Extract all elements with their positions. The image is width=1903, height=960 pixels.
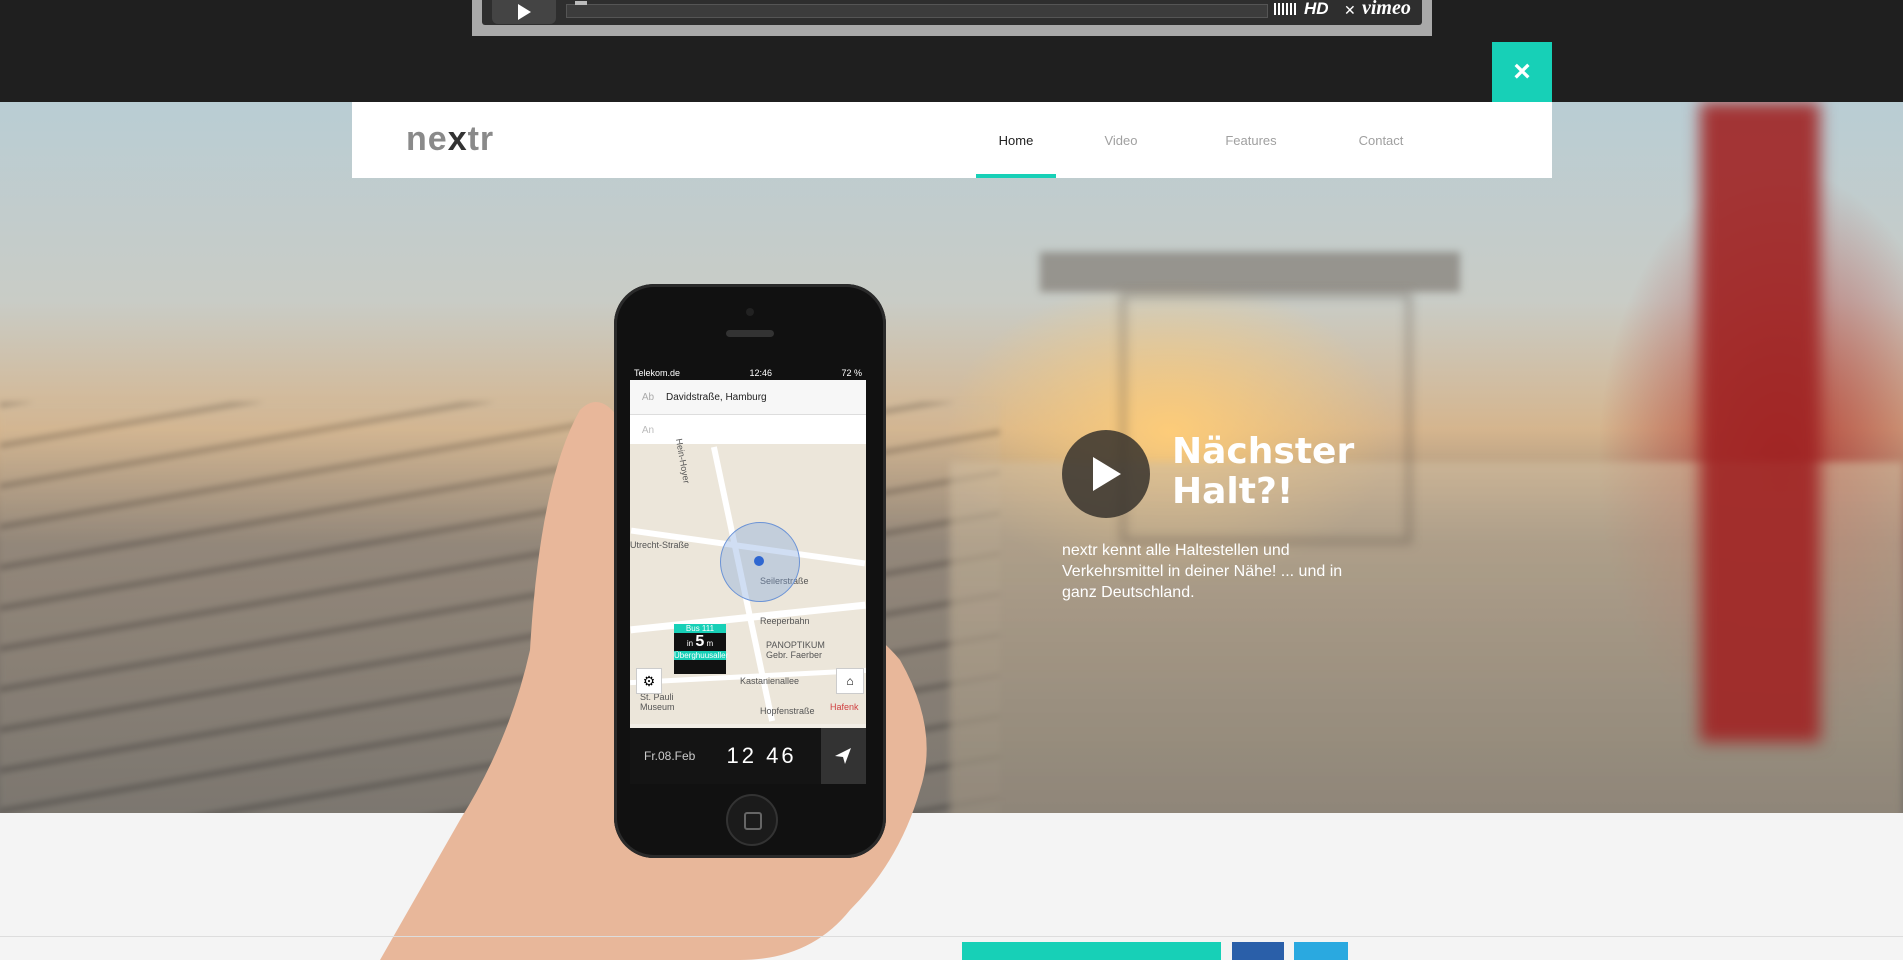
top-navigation: nextr Home Video Features Contact [352,102,1552,178]
nav-item-video[interactable]: Video [1056,102,1186,178]
from-field: Ab Davidstraße, Hamburg [630,380,866,415]
video-player[interactable]: HD ✕ vimeo [472,0,1432,36]
close-button[interactable]: × [1492,42,1552,102]
app-download-button[interactable] [962,942,1221,960]
home-icon[interactable]: ⌂ [836,668,864,694]
vimeo-logo[interactable]: vimeo [1362,0,1411,20]
play-icon [1093,457,1121,491]
phone-bottom-bar: Fr.08.Feb 12 46 [630,728,866,784]
navigate-arrow-icon[interactable] [820,728,866,784]
settings-gear-icon[interactable]: ⚙ [636,668,662,694]
hero-description: nextr kennt alle Haltestellen und Verkeh… [1062,542,1343,601]
video-overlay-band: HD ✕ vimeo [0,0,1903,102]
current-location-marker [754,556,764,566]
phone-screen: Telekom.de 12:46 72 % Ab Davidstraße, Ha… [630,366,866,784]
nav-item-home[interactable]: Home [976,102,1056,178]
nav-item-features[interactable]: Features [1186,102,1316,178]
hero-section [0,102,1903,813]
phone-mockup: Telekom.de 12:46 72 % Ab Davidstraße, Ha… [614,284,886,858]
nextr-logo[interactable]: nextr [406,120,494,159]
hero-title: Nächster Halt?! [1172,431,1355,512]
hd-toggle[interactable]: HD [1304,0,1329,19]
phone-home-button [726,794,778,846]
section-divider [0,936,1903,937]
fullscreen-icon[interactable]: ✕ [1344,2,1356,19]
video-play-button[interactable] [492,0,556,24]
nav-item-contact[interactable]: Contact [1316,102,1446,178]
facebook-share-button[interactable] [1232,942,1284,960]
twitter-share-button[interactable] [1294,942,1348,960]
phone-status-bar: Telekom.de 12:46 72 % [630,366,866,380]
hero-play-button[interactable] [1062,430,1150,518]
map-view: Hein-Hoyer Seilerstraße Reeperbahn Kasta… [630,438,866,724]
to-field: An [630,415,866,445]
volume-icon[interactable] [1274,3,1296,15]
video-controls: HD ✕ vimeo [482,0,1422,25]
nav-menu: Home Video Features Contact [976,102,1446,178]
bus-info-box[interactable]: Bus 111 in 5 m Überghuusaller [674,624,728,674]
play-icon [518,4,531,20]
video-progress-bar[interactable] [566,1,1268,18]
